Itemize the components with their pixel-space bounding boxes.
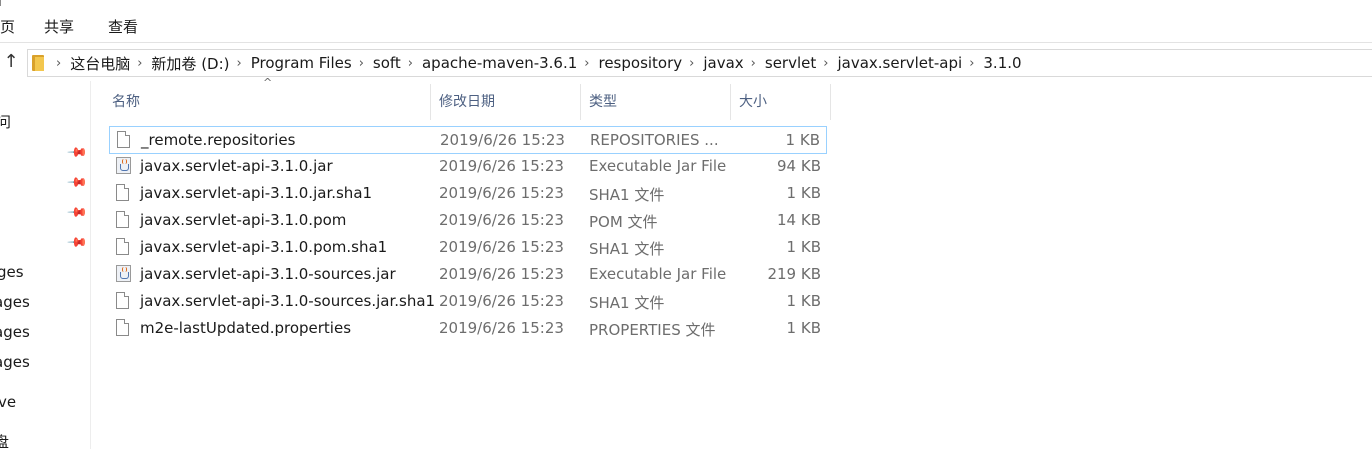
chevron-right-icon[interactable]: ›	[359, 56, 364, 71]
pin-icon[interactable]: 📌	[66, 232, 88, 254]
file-date: 2019/6/26 15:23	[439, 292, 564, 310]
up-arrow-icon[interactable]: ↑	[2, 52, 20, 72]
chevron-right-icon[interactable]: ›	[584, 56, 589, 71]
ribbon: 页 共享 查看	[0, 0, 1372, 43]
chevron-right-icon[interactable]: ›	[56, 56, 61, 71]
file-name: javax.servlet-api-3.1.0-sources.jar	[140, 265, 396, 283]
nav-item-quick-access[interactable]: 问	[0, 111, 11, 132]
file-type: Executable Jar File	[589, 157, 727, 175]
navigation-pane: 问 📌 📌 📌 📌 ges ages ages ages ve 盘	[0, 81, 91, 449]
file-icon	[116, 292, 129, 309]
chevron-right-icon[interactable]: ›	[823, 56, 828, 71]
breadcrumb-drive-d[interactable]: 新加卷 (D:)	[151, 53, 229, 74]
file-date: 2019/6/26 15:23	[439, 184, 564, 202]
column-header-label: 类型	[589, 94, 617, 110]
column-header-label: 大小	[739, 94, 767, 110]
chevron-right-icon[interactable]: ›	[137, 56, 142, 71]
file-type: PROPERTIES 文件	[589, 321, 716, 339]
file-name: javax.servlet-api-3.1.0.pom.sha1	[140, 238, 388, 256]
chevron-right-icon[interactable]: ›	[969, 56, 974, 71]
file-name: javax.servlet-api-3.1.0.pom	[140, 211, 347, 229]
file-date: 2019/6/26 15:23	[439, 157, 564, 175]
file-name: javax.servlet-api-3.1.0.jar	[140, 157, 333, 175]
breadcrumb-this-pc[interactable]: 这台电脑	[70, 53, 130, 74]
file-type: Executable Jar File	[589, 265, 727, 283]
file-row[interactable]: javax.servlet-api-3.1.0.pom 2019/6/26 15…	[109, 207, 827, 234]
file-name: m2e-lastUpdated.properties	[140, 319, 352, 337]
folder-icon	[32, 54, 45, 71]
column-header-name[interactable]: 名称	[104, 84, 431, 120]
chevron-right-icon[interactable]: ›	[237, 56, 242, 71]
column-header-size[interactable]: 大小	[731, 84, 831, 120]
file-icon	[116, 238, 129, 255]
chevron-right-icon[interactable]: ›	[408, 56, 413, 71]
nav-item-images-4[interactable]: ages	[0, 353, 30, 371]
pin-icon[interactable]: 📌	[66, 142, 88, 164]
file-row[interactable]: _remote.repositories 2019/6/26 15:23 REP…	[109, 126, 827, 154]
nav-item-onedrive[interactable]: ve	[0, 393, 16, 411]
file-date: 2019/6/26 15:23	[439, 265, 564, 283]
file-type: POM 文件	[589, 213, 658, 231]
pin-icon[interactable]: 📌	[66, 172, 88, 194]
file-date: 2019/6/26 15:23	[440, 131, 565, 149]
file-row[interactable]: javax.servlet-api-3.1.0.pom.sha1 2019/6/…	[109, 234, 827, 261]
nav-item-images-3[interactable]: ages	[0, 323, 30, 341]
java-jar-icon	[116, 265, 131, 282]
chevron-right-icon[interactable]: ›	[751, 56, 756, 71]
file-date: 2019/6/26 15:23	[439, 211, 564, 229]
file-type: SHA1 文件	[589, 240, 665, 258]
file-icon	[116, 211, 129, 228]
column-header-date[interactable]: 修改日期	[431, 84, 581, 120]
file-size: 1 KB	[786, 184, 821, 202]
breadcrumb-program-files[interactable]: Program Files	[251, 54, 352, 72]
breadcrumb-servlet-api[interactable]: javax.servlet-api	[837, 54, 962, 72]
file-row[interactable]: javax.servlet-api-3.1.0.jar.sha1 2019/6/…	[109, 180, 827, 207]
breadcrumb: › 这台电脑 › 新加卷 (D:) › Program Files › soft…	[56, 53, 1022, 73]
file-icon	[116, 184, 129, 201]
breadcrumb-version[interactable]: 3.1.0	[983, 54, 1021, 72]
file-date: 2019/6/26 15:23	[439, 319, 564, 337]
nav-item-drive[interactable]: 盘	[0, 431, 9, 449]
file-date: 2019/6/26 15:23	[439, 238, 564, 256]
tab-view[interactable]: 查看	[108, 16, 138, 37]
breadcrumb-javax[interactable]: javax	[703, 54, 743, 72]
breadcrumb-apache-maven[interactable]: apache-maven-3.6.1	[422, 54, 577, 72]
file-size: 1 KB	[786, 292, 821, 310]
column-header-label: 名称	[112, 94, 140, 110]
address-bar-row: ↑ › 这台电脑 › 新加卷 (D:) › Program Files › so…	[0, 43, 1372, 81]
breadcrumb-soft[interactable]: soft	[373, 54, 401, 72]
nav-item-images-2[interactable]: ages	[0, 293, 30, 311]
file-size: 14 KB	[777, 211, 821, 229]
window-edge	[0, 0, 11, 6]
nav-item-images-1[interactable]: ges	[0, 263, 24, 281]
pin-icon[interactable]: 📌	[66, 202, 88, 224]
file-size: 219 KB	[767, 265, 821, 283]
file-size: 1 KB	[786, 238, 821, 256]
column-header-label: 修改日期	[439, 94, 495, 110]
tab-home[interactable]: 页	[0, 16, 15, 37]
file-row[interactable]: javax.servlet-api-3.1.0-sources.jar 2019…	[109, 261, 827, 288]
breadcrumb-respository[interactable]: respository	[598, 54, 682, 72]
file-row[interactable]: javax.servlet-api-3.1.0-sources.jar.sha1…	[109, 288, 827, 315]
file-row[interactable]: m2e-lastUpdated.properties 2019/6/26 15:…	[109, 315, 827, 342]
java-jar-icon	[116, 157, 131, 174]
file-size: 1 KB	[786, 319, 821, 337]
file-icon	[117, 131, 130, 148]
file-type: SHA1 文件	[589, 186, 665, 204]
file-icon	[116, 319, 129, 336]
file-name: _remote.repositories	[141, 131, 296, 149]
file-type: SHA1 文件	[589, 294, 665, 312]
file-name: javax.servlet-api-3.1.0-sources.jar.sha1	[140, 292, 436, 310]
tab-share[interactable]: 共享	[44, 16, 74, 37]
breadcrumb-servlet[interactable]: servlet	[765, 54, 816, 72]
file-row[interactable]: javax.servlet-api-3.1.0.jar 2019/6/26 15…	[109, 153, 827, 180]
chevron-right-icon[interactable]: ›	[689, 56, 694, 71]
file-size: 94 KB	[777, 157, 821, 175]
column-header-type[interactable]: 类型	[581, 84, 731, 120]
file-type: REPOSITORIES ...	[590, 131, 719, 149]
file-name: javax.servlet-api-3.1.0.jar.sha1	[140, 184, 373, 202]
file-size: 1 KB	[785, 131, 820, 149]
